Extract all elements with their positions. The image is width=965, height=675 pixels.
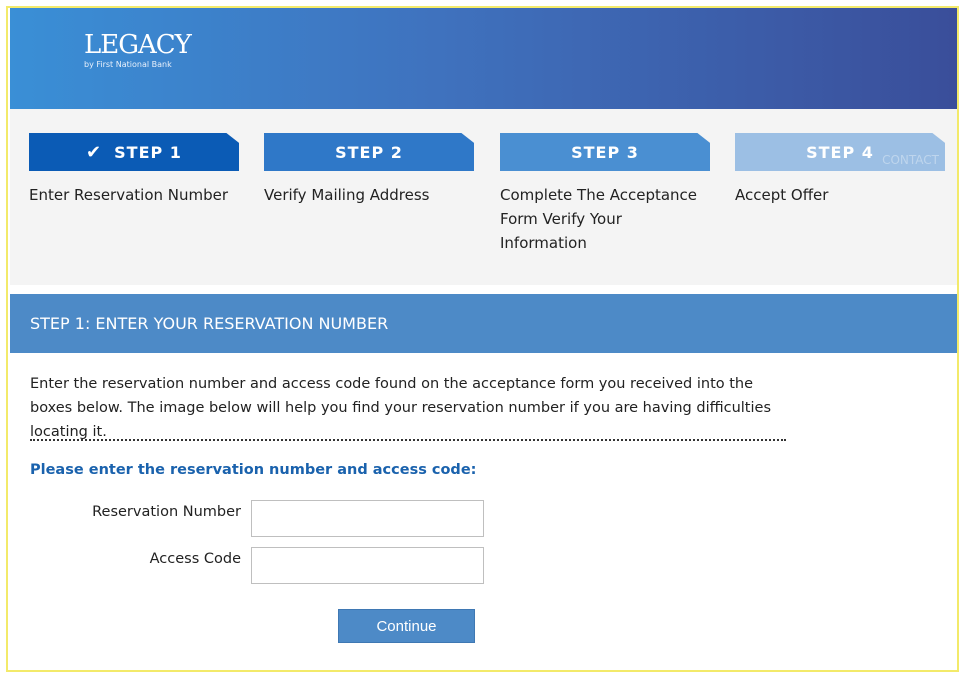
- form-prompt: Please enter the reservation number and …: [30, 462, 477, 478]
- step-2-label: STEP 2: [335, 142, 403, 162]
- step-4: STEP 4 CONTACT Accept Offer: [735, 133, 945, 207]
- step-3-label: STEP 3: [571, 142, 639, 162]
- step-4-banner: STEP 4 CONTACT: [735, 133, 945, 171]
- step-1-banner: ✔ STEP 1: [29, 133, 239, 171]
- step-1-description: Enter Reservation Number: [29, 186, 229, 204]
- step-4-description: Accept Offer: [735, 186, 829, 204]
- step-1-label: STEP 1: [114, 142, 182, 162]
- step-4-ghost-text: CONTACT: [882, 153, 939, 167]
- access-code-label: Access Code: [149, 551, 241, 567]
- check-icon: ✔: [86, 141, 103, 163]
- brand-logo[interactable]: LEGACY by First National Bank: [84, 30, 192, 70]
- intro-text: Enter the reservation number and access …: [30, 376, 771, 440]
- brand-name: LEGACY: [84, 30, 192, 60]
- page-frame: LEGACY by First National Bank ✔ STEP 1 E…: [6, 6, 959, 672]
- step-2: STEP 2 Verify Mailing Address: [264, 133, 474, 207]
- step-3-banner: STEP 3: [500, 133, 710, 171]
- brand-tagline: by First National Bank: [84, 60, 172, 69]
- step-2-banner: STEP 2: [264, 133, 474, 171]
- steps-progress: ✔ STEP 1 Enter Reservation Number STEP 2…: [10, 109, 957, 285]
- reservation-number-label: Reservation Number: [92, 504, 241, 520]
- dotted-divider: [30, 439, 786, 441]
- step-3: STEP 3 Complete The Acceptance Form Veri…: [500, 133, 710, 255]
- step-4-label: STEP 4: [806, 142, 874, 162]
- section-title-bar: STEP 1: ENTER YOUR RESERVATION NUMBER: [10, 294, 957, 353]
- step-1: ✔ STEP 1 Enter Reservation Number: [29, 133, 239, 207]
- continue-button[interactable]: Continue: [338, 609, 475, 643]
- reservation-number-input[interactable]: [251, 500, 484, 537]
- step-2-description: Verify Mailing Address: [264, 186, 430, 204]
- header-banner: LEGACY by First National Bank: [10, 8, 957, 109]
- step-3-description: Complete The Acceptance Form Verify Your…: [500, 186, 698, 252]
- section-title: STEP 1: ENTER YOUR RESERVATION NUMBER: [30, 314, 389, 333]
- access-code-input[interactable]: [251, 547, 484, 584]
